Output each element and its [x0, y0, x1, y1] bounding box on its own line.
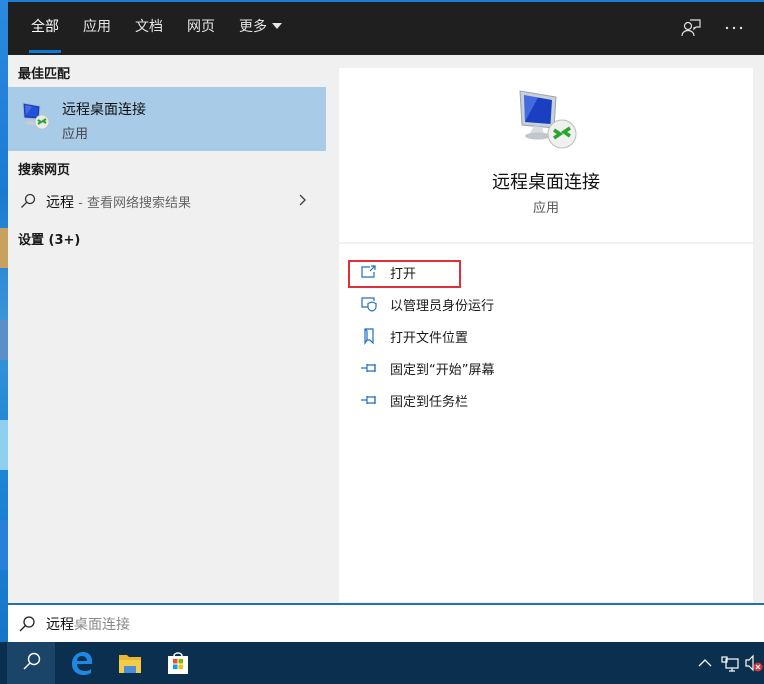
- tab-documents[interactable]: 文档: [135, 2, 163, 55]
- tab-more[interactable]: 更多: [239, 2, 282, 55]
- action-label: 打开: [390, 267, 417, 282]
- chevron-right-icon[interactable]: [298, 192, 308, 208]
- open-icon: [360, 263, 378, 281]
- action-run-as-admin[interactable]: 以管理员身份运行: [360, 292, 660, 316]
- feedback-person-icon[interactable]: [680, 16, 704, 40]
- volume-muted-icon: [745, 654, 763, 672]
- tab-label: 应用: [83, 19, 111, 35]
- search-autocomplete: 桌面连接: [74, 617, 130, 633]
- app-type: 应用: [532, 201, 559, 216]
- search-icon: [23, 652, 41, 670]
- desktop-icon-fragment: [0, 228, 8, 268]
- tab-label: 全部: [31, 19, 59, 35]
- chevron-down-icon: [272, 23, 282, 29]
- result-name: 远程桌面连接: [62, 102, 146, 118]
- tab-label: 更多: [239, 19, 267, 35]
- tab-label: 网页: [187, 19, 215, 35]
- tab-web[interactable]: 网页: [187, 2, 215, 55]
- search-input[interactable]: 远程桌面连接: [46, 614, 130, 634]
- pin-icon: [360, 359, 378, 377]
- file-location-icon: [360, 327, 378, 345]
- app-title: 远程桌面连接: [492, 172, 600, 193]
- volume-tray-button[interactable]: [744, 653, 764, 673]
- result-type: 应用: [62, 127, 89, 142]
- desktop-icon-fragment: [0, 420, 8, 470]
- web-search-result[interactable]: 远程 - 查看网络搜索结果: [8, 187, 326, 215]
- tab-label: 文档: [135, 19, 163, 35]
- action-pin-to-start[interactable]: 固定到“开始”屏幕: [360, 356, 660, 380]
- action-label: 打开文件位置: [390, 331, 469, 346]
- search-web-heading: 搜索网页: [18, 163, 71, 178]
- tab-all[interactable]: 全部: [29, 2, 61, 55]
- action-label: 固定到任务栏: [390, 395, 469, 410]
- tab-apps[interactable]: 应用: [83, 2, 111, 55]
- desktop-icon-fragment: [0, 320, 8, 360]
- search-icon: [20, 193, 36, 209]
- search-header: 全部 应用 文档 网页 更多: [8, 2, 764, 55]
- desktop-background: [0, 0, 8, 645]
- action-open[interactable]: 打开: [360, 260, 660, 284]
- action-label: 固定到“开始”屏幕: [390, 363, 495, 378]
- action-open-file-location[interactable]: 打开文件位置: [360, 324, 660, 348]
- edge-icon: [72, 652, 92, 675]
- search-icon: [18, 615, 36, 633]
- web-search-term: 远程: [46, 195, 74, 211]
- search-box[interactable]: 远程桌面连接: [8, 603, 764, 642]
- active-tab-indicator: [29, 50, 61, 53]
- results-pane: 最佳匹配 远程桌面连接 应用 搜索网页 远程 - 查看网络搜索结果 设置 (3+…: [8, 55, 330, 603]
- remote-desktop-icon: [516, 88, 580, 152]
- taskbar-store-button[interactable]: [154, 642, 202, 684]
- taskbar-file-explorer-button[interactable]: [106, 642, 154, 684]
- folder-icon: [119, 655, 141, 673]
- show-hidden-icons-button[interactable]: [697, 653, 713, 673]
- network-tray-button[interactable]: [720, 653, 740, 673]
- best-match-result[interactable]: 远程桌面连接 应用: [8, 87, 326, 151]
- search-query: 远程: [46, 617, 74, 633]
- chevron-up-icon: [698, 659, 712, 667]
- ellipsis-icon[interactable]: [722, 16, 746, 40]
- remote-desktop-icon: [20, 99, 52, 131]
- taskbar: [0, 642, 764, 684]
- pin-icon: [360, 391, 378, 409]
- network-icon: [721, 656, 739, 672]
- web-search-hint: - 查看网络搜索结果: [74, 196, 191, 211]
- action-pin-to-taskbar[interactable]: 固定到任务栏: [360, 388, 660, 412]
- desktop-icon-fragment: [0, 520, 8, 570]
- action-label: 以管理员身份运行: [390, 299, 495, 314]
- best-match-heading: 最佳匹配: [18, 67, 71, 82]
- taskbar-edge-button[interactable]: [58, 642, 106, 684]
- web-search-text: 远程 - 查看网络搜索结果: [46, 192, 191, 212]
- taskbar-search-button[interactable]: [7, 642, 55, 684]
- store-icon: [168, 652, 188, 674]
- settings-heading[interactable]: 设置 (3+): [18, 229, 80, 248]
- run-as-admin-icon: [360, 295, 378, 313]
